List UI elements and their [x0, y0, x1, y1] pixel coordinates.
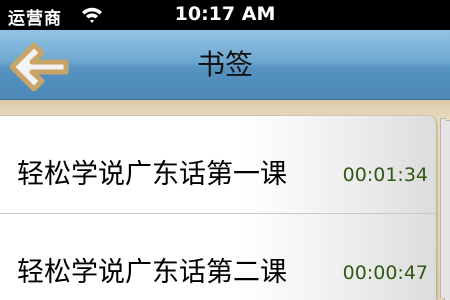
navigation-bar: 书签 — [0, 30, 450, 100]
list-item[interactable]: 轻松学说广东话第一课 00:01:34 — [0, 116, 436, 214]
list-item[interactable]: 轻松学说广东话第二课 00:00:47 — [0, 214, 436, 300]
bookmark-title: 轻松学说广东话第一课 — [17, 159, 287, 190]
status-bar: 运营商 10:17 AM — [0, 0, 450, 30]
bookmark-time: 00:01:34 — [342, 164, 428, 186]
status-time: 10:17 AM — [174, 3, 276, 25]
bookmark-list: 轻松学说广东话第一课 00:01:34 轻松学说广东话第二课 00:00:47 — [0, 116, 436, 300]
bookmark-time: 00:00:47 — [342, 262, 428, 284]
bookmark-title: 轻松学说广东话第二课 — [17, 257, 287, 288]
page-title: 书签 — [196, 48, 253, 81]
page-edge — [440, 118, 446, 298]
